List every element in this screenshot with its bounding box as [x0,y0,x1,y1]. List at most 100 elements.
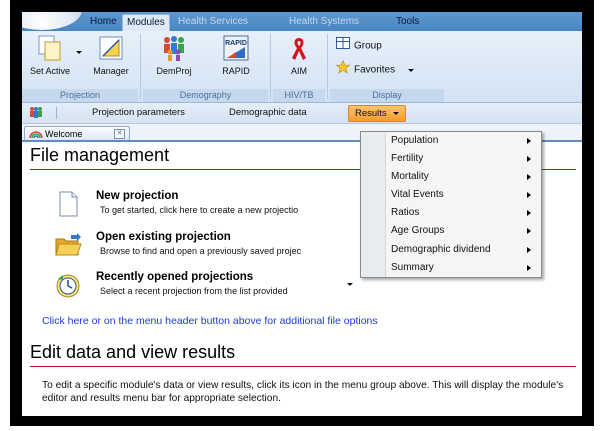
new-projection-desc: To get started, click here to create a n… [100,205,299,215]
tab-health-services[interactable]: Health Services [174,14,252,31]
group-separator [327,34,328,99]
svg-text:RAPID: RAPID [225,40,247,47]
favorites-dropdown-arrow[interactable] [407,68,414,72]
manager-label: Manager [93,66,129,76]
group-display: Group Favorites Display [330,31,444,102]
grid-icon [336,37,350,55]
open-projection-item[interactable]: Open existing projection Browse to find … [54,231,384,263]
group-button-label: Group [354,40,382,52]
submenu-arrow-icon [527,156,531,163]
projection-parameters-menu[interactable]: Projection parameters [92,103,185,123]
favorites-label: Favorites [354,64,396,76]
chevron-down-icon [393,111,400,115]
new-projection-item[interactable]: New projection To get started, click her… [54,190,384,222]
aim-button[interactable]: AIM [279,34,319,76]
people-icon [160,34,188,62]
demproj-small-icon[interactable] [28,106,44,125]
group-projection: Set Active Manager Projection [22,31,141,102]
menu-item-label: Summary [391,261,434,273]
new-projection-title[interactable]: New projection [96,190,178,202]
recent-clock-icon [54,271,82,299]
group-demography-label: Demography [143,89,268,102]
toolbar-divider [56,107,57,119]
demproj-label: DemProj [156,66,192,76]
demographic-data-menu[interactable]: Demographic data [229,103,307,123]
star-icon [335,59,351,80]
menu-item-fertility[interactable]: Fertility [361,150,541,168]
group-demography: DemProj RAPID RAPID Demography [143,31,271,102]
pages-icon [36,34,64,62]
module-toolbar: Projection parameters Demographic data R… [22,103,582,124]
menu-item-label: Mortality [391,171,429,183]
menu-item-label: Fertility [391,153,424,165]
submenu-arrow-icon [527,264,531,271]
additional-file-options-link[interactable]: Click here or on the menu header button … [42,315,378,327]
open-projection-title[interactable]: Open existing projection [96,231,231,243]
recent-projections-title[interactable]: Recently opened projections [96,271,253,283]
screenshot-frame: Home Modules Health Services Health Syst… [10,0,594,426]
ribbon-panel: Set Active Manager Projection DemProj RA… [22,31,582,103]
manager-icon [97,34,125,62]
menu-item-summary[interactable]: Summary [361,259,541,277]
submenu-arrow-icon [527,228,531,235]
menu-item-mortality[interactable]: Mortality [361,168,541,186]
close-icon[interactable]: ✕ [114,129,125,139]
set-active-dropdown-arrow[interactable] [76,51,82,54]
results-dropdown-menu: Population Fertility Mortality Vital Eve… [360,131,542,278]
file-management-heading: File management [30,145,170,165]
menu-item-age-groups[interactable]: Age Groups [361,222,541,240]
demproj-button[interactable]: DemProj [147,34,201,76]
recent-dropdown-arrow[interactable] [347,283,353,286]
rapid-button[interactable]: RAPID RAPID [209,34,263,76]
group-separator [140,34,141,99]
set-active-button[interactable]: Set Active [24,34,76,76]
open-projection-desc: Browse to find and open a previously sav… [100,246,302,256]
recent-projections-item[interactable]: Recently opened projections Select a rec… [54,271,384,303]
menu-item-demographic-dividend[interactable]: Demographic dividend [361,241,541,259]
edit-data-heading: Edit data and view results [30,342,236,362]
menu-item-label: Population [391,135,439,146]
group-hivtb-label: HIV/TB [273,89,325,102]
tab-modules[interactable]: Modules [122,14,170,31]
tab-health-systems[interactable]: Health Systems [285,14,363,31]
submenu-arrow-icon [527,174,531,181]
menu-item-label: Vital Events [391,189,444,201]
group-projection-label: Projection [22,89,138,102]
edit-data-description: To edit a specific module's data or view… [42,380,564,404]
heading-rule [30,366,576,367]
set-active-label: Set Active [29,66,71,76]
spectrum-app-window: Home Modules Health Services Health Syst… [22,12,582,416]
group-hivtb: AIM HIV/TB [273,31,328,102]
menu-item-label: Age Groups [391,225,445,237]
ribbon-tab-bar: Home Modules Health Services Health Syst… [22,12,582,31]
tab-home[interactable]: Home [86,14,121,31]
menu-item-label: Ratios [391,207,420,219]
group-button[interactable]: Group [336,37,382,53]
tab-tools[interactable]: Tools [392,14,423,31]
menu-item-label: Demographic dividend [391,243,491,255]
rainbow-icon [29,128,43,142]
tab-welcome[interactable]: Welcome ✕ [24,126,130,140]
recent-projections-desc: Select a recent projection from the list… [100,286,288,296]
group-separator [270,34,271,99]
submenu-arrow-icon [527,210,531,217]
results-label: Results [355,108,387,119]
welcome-tab-label: Welcome [45,129,83,139]
submenu-arrow-icon [527,246,531,253]
menu-item-population[interactable]: Population [361,132,541,150]
new-document-icon [54,190,82,218]
manager-button[interactable]: Manager [86,34,136,76]
group-display-label: Display [330,89,444,102]
aim-label: AIM [290,66,307,76]
submenu-arrow-icon [527,192,531,199]
rapid-logo-icon: RAPID [222,34,250,62]
open-folder-icon [54,231,82,259]
menu-item-ratios[interactable]: Ratios [361,204,541,222]
menu-item-vital-events[interactable]: Vital Events [361,186,541,204]
application-menu-orb[interactable] [22,12,82,30]
favorites-button[interactable]: Favorites [335,59,414,76]
rapid-label: RAPID [222,66,250,76]
results-menu-button[interactable]: Results [348,105,407,122]
submenu-arrow-icon [527,138,531,144]
red-ribbon-icon [285,34,313,62]
